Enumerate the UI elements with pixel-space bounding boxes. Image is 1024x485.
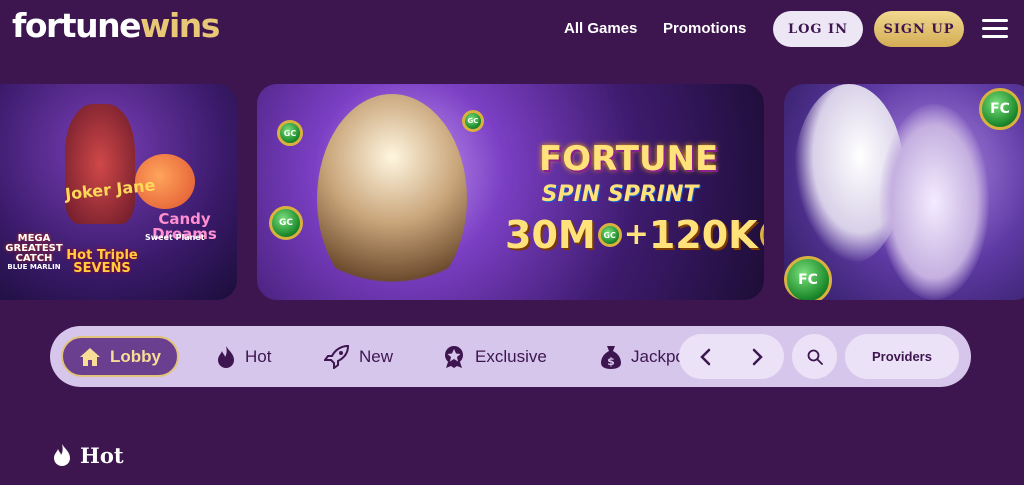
- hamburger-menu-icon[interactable]: [982, 19, 1008, 39]
- category-jackpot-label: Jackpot: [631, 346, 680, 366]
- category-new-label: New: [359, 346, 394, 366]
- signup-button[interactable]: SIGN UP: [874, 11, 964, 47]
- section-title-hot: Hot: [52, 440, 124, 470]
- logo-text-wins: wins: [139, 6, 220, 45]
- section-title-label: Hot: [80, 442, 124, 468]
- nav-promotions[interactable]: Promotions: [663, 19, 746, 39]
- badge-star-icon: [445, 345, 463, 368]
- gc-coin-icon: GC: [462, 110, 484, 132]
- gc-coin-icon: GC: [269, 206, 303, 240]
- category-scroll-arrows: [679, 334, 784, 379]
- category-bar: Lobby Hot New Exclusive $ Jackpot Provid…: [50, 326, 971, 387]
- plus-sign: +: [623, 217, 649, 252]
- joker-character-illustration: [65, 104, 135, 224]
- category-new[interactable]: New: [324, 336, 393, 377]
- fc-coin-icon: FC: [979, 88, 1021, 130]
- gc-offer-amount: 30M: [505, 213, 596, 257]
- category-jackpot-clip: $ Jackpot: [590, 326, 680, 387]
- nav-all-games[interactable]: All Games: [564, 19, 637, 39]
- scroll-right-button[interactable]: [743, 342, 773, 372]
- hot-triple-sevens-logo: Hot Triple SEVENS: [66, 248, 138, 276]
- promo-banner-left[interactable]: Joker Jane Candy Dreams Sweet Planet MEG…: [0, 84, 237, 300]
- category-lobby[interactable]: Lobby: [61, 336, 179, 377]
- search-button[interactable]: [792, 334, 837, 379]
- promo-banner-center[interactable]: GC GC GC FORTUNE SPIN SPRINT 30M GC + 12…: [257, 84, 764, 300]
- category-hot[interactable]: Hot: [216, 336, 271, 377]
- promo-banner-right[interactable]: FC FC: [784, 84, 1024, 300]
- money-bag-icon: $: [601, 345, 621, 369]
- logo-text-fortune: fortune: [12, 6, 141, 45]
- search-icon: [807, 349, 823, 365]
- goddess-rider-illustration: [879, 104, 989, 300]
- login-button[interactable]: LOG IN: [773, 11, 863, 47]
- category-lobby-label: Lobby: [110, 346, 161, 366]
- sweet-planet-logo: Sweet Planet: [145, 233, 205, 242]
- svg-text:$: $: [607, 355, 615, 368]
- flame-icon: [54, 444, 70, 466]
- chevron-left-icon: [700, 348, 711, 365]
- category-exclusive[interactable]: Exclusive: [442, 336, 547, 377]
- zeus-character-illustration: [317, 94, 467, 300]
- flame-icon: [218, 345, 234, 368]
- rocket-icon: [324, 344, 350, 369]
- brand-logo[interactable]: fortunewins: [12, 6, 220, 46]
- fc-coin-icon: FC: [784, 256, 832, 300]
- header: fortunewins All Games Promotions LOG IN …: [0, 0, 1024, 60]
- gc-coin-icon: GC: [597, 223, 622, 247]
- fc-coin-icon: FC: [759, 218, 764, 252]
- gc-coin-icon: GC: [277, 120, 303, 146]
- scroll-left-button[interactable]: [690, 342, 720, 372]
- fc-offer-amount: 120K: [648, 213, 758, 257]
- fortune-spin-sprint-subtitle: SPIN SPRINT: [541, 182, 699, 207]
- mega-greatest-catch-logo: MEGA GREATEST CATCH: [5, 233, 63, 264]
- offer-amounts: 30M GC + 120K FC: [505, 216, 764, 254]
- providers-button[interactable]: Providers: [845, 334, 959, 379]
- category-jackpot[interactable]: $ Jackpot: [600, 336, 680, 377]
- home-icon: [80, 347, 100, 366]
- fortune-spin-sprint-title: FORTUNE: [539, 139, 719, 179]
- category-hot-label: Hot: [245, 346, 272, 366]
- blue-marlin-logo: BLUE MARLIN: [7, 263, 61, 271]
- chevron-right-icon: [752, 348, 763, 365]
- category-exclusive-label: Exclusive: [475, 346, 547, 366]
